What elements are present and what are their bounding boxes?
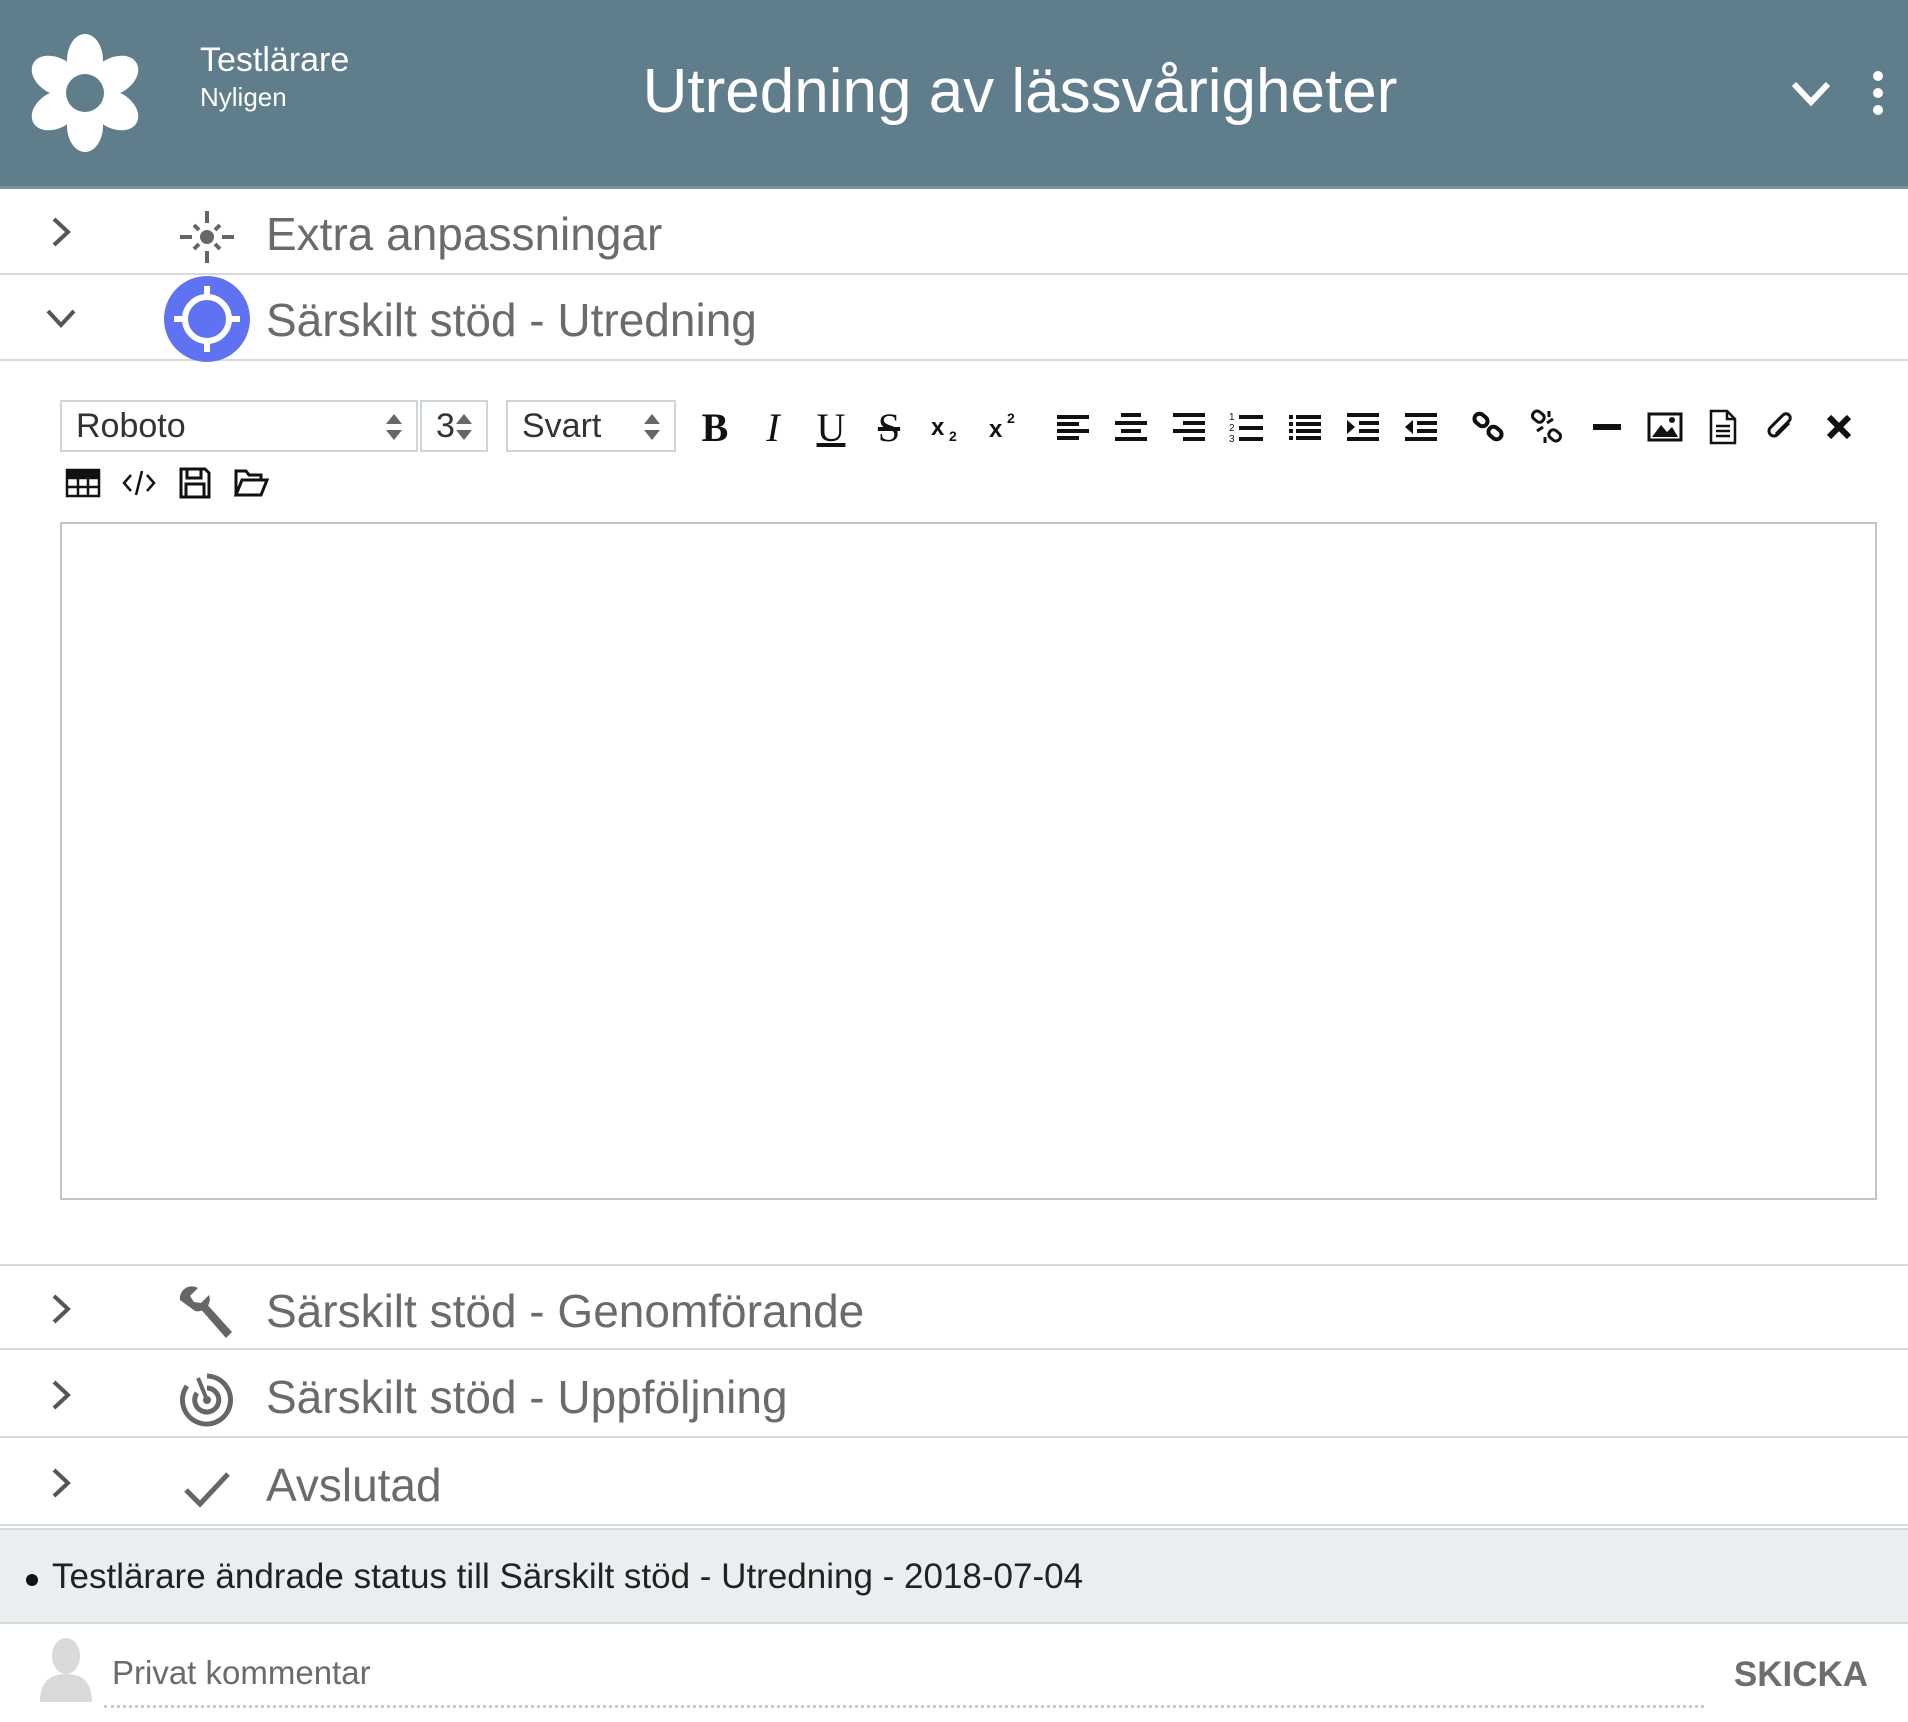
section-label: Extra anpassningar <box>266 208 663 260</box>
section-avslutad[interactable]: Avslutad <box>0 1440 1908 1526</box>
code-icon[interactable] <box>116 460 162 506</box>
paperclip-icon[interactable] <box>1758 404 1804 450</box>
user-name: Testlärare <box>200 41 350 79</box>
flower-logo-icon[interactable] <box>30 34 140 152</box>
unordered-list-icon[interactable] <box>1282 404 1328 450</box>
strikethrough-icon[interactable]: S <box>866 404 912 450</box>
color-select-value: Svart <box>522 407 602 445</box>
section-label: Särskilt stöd - Uppföljning <box>266 1371 788 1423</box>
status-history: Testlärare ändrade status till Särskilt … <box>0 1528 1908 1624</box>
wrench-icon <box>179 1286 232 1338</box>
size-select-value: 3 <box>436 407 455 445</box>
crosshair-icon <box>164 276 250 362</box>
section-label: Särskilt stöd - Utredning <box>266 294 757 346</box>
subscript-icon[interactable]: x2 <box>924 404 970 450</box>
svg-text:x: x <box>931 414 945 441</box>
section-sarskilt-stod-utredning[interactable]: Särskilt stöd - Utredning <box>0 275 1908 361</box>
more-vertical-icon[interactable] <box>1872 70 1884 116</box>
outdent-icon[interactable] <box>1398 404 1444 450</box>
svg-text:1: 1 <box>1229 412 1235 423</box>
select-arrows-icon <box>456 414 472 440</box>
app-header: Testlärare Nyligen Utredning av lässvåri… <box>0 0 1908 189</box>
font-select-value: Roboto <box>76 407 186 445</box>
ordered-list-icon[interactable]: 123 <box>1224 404 1270 450</box>
section-extra-anpassningar[interactable]: Extra anpassningar <box>0 189 1908 275</box>
font-select[interactable]: Roboto <box>60 400 418 452</box>
folder-open-icon[interactable] <box>228 460 274 506</box>
chevron-right-icon[interactable] <box>46 1378 74 1412</box>
editor-content-area[interactable] <box>60 522 1877 1200</box>
svg-text:x: x <box>989 416 1003 443</box>
user-info: Testlärare Nyligen <box>200 40 349 114</box>
send-button[interactable]: SKICKA <box>1716 1650 1886 1700</box>
svg-text:2: 2 <box>1229 423 1235 434</box>
section-label: Avslutad <box>266 1459 442 1511</box>
clear-format-icon[interactable] <box>1816 404 1862 450</box>
underline-icon[interactable]: U <box>808 404 854 450</box>
svg-text:3: 3 <box>1229 434 1235 445</box>
size-select[interactable]: 3 <box>420 400 488 452</box>
user-subtitle: Nyligen <box>200 82 287 112</box>
italic-icon[interactable]: I <box>750 404 796 450</box>
svg-text:2: 2 <box>1007 410 1015 426</box>
editor-toolbar: Roboto 3 Svart B I U S x2 x2 123 <box>60 400 1860 510</box>
table-icon[interactable] <box>60 460 106 506</box>
document-icon[interactable] <box>1700 404 1746 450</box>
indent-icon[interactable] <box>1340 404 1386 450</box>
section-label: Särskilt stöd - Genomförande <box>266 1285 865 1337</box>
chevron-right-icon[interactable] <box>46 1292 74 1326</box>
chevron-down-icon[interactable] <box>44 305 78 331</box>
page-title: Utredning av lässvårigheter <box>642 57 1398 126</box>
image-icon[interactable] <box>1642 404 1688 450</box>
align-right-icon[interactable] <box>1166 404 1212 450</box>
bullet-icon <box>26 1574 38 1586</box>
avatar-icon <box>40 1638 92 1702</box>
status-message: Testlärare ändrade status till Särskilt … <box>52 1557 1084 1596</box>
section-sarskilt-stod-genomforande[interactable]: Särskilt stöd - Genomförande <box>0 1264 1908 1350</box>
private-comment-input[interactable] <box>104 1640 1704 1708</box>
svg-text:2: 2 <box>949 428 957 444</box>
sparkle-icon <box>180 211 234 263</box>
align-left-icon[interactable] <box>1050 404 1096 450</box>
section-sarskilt-stod-uppfoljning[interactable]: Särskilt stöd - Uppföljning <box>0 1352 1908 1438</box>
chevron-right-icon[interactable] <box>46 1466 74 1500</box>
target-icon <box>180 1373 233 1427</box>
checkmark-icon <box>184 1472 230 1508</box>
save-icon[interactable] <box>172 460 218 506</box>
bold-icon[interactable]: B <box>692 404 738 450</box>
select-arrows-icon <box>644 414 660 440</box>
chevron-down-icon[interactable] <box>1790 78 1832 108</box>
align-center-icon[interactable] <box>1108 404 1154 450</box>
select-arrows-icon <box>386 414 402 440</box>
superscript-icon[interactable]: x2 <box>982 404 1028 450</box>
color-select[interactable]: Svart <box>506 400 676 452</box>
horizontal-rule-icon[interactable] <box>1584 404 1630 450</box>
unlink-icon[interactable] <box>1524 404 1570 450</box>
link-icon[interactable] <box>1466 404 1512 450</box>
chevron-right-icon[interactable] <box>46 215 74 249</box>
